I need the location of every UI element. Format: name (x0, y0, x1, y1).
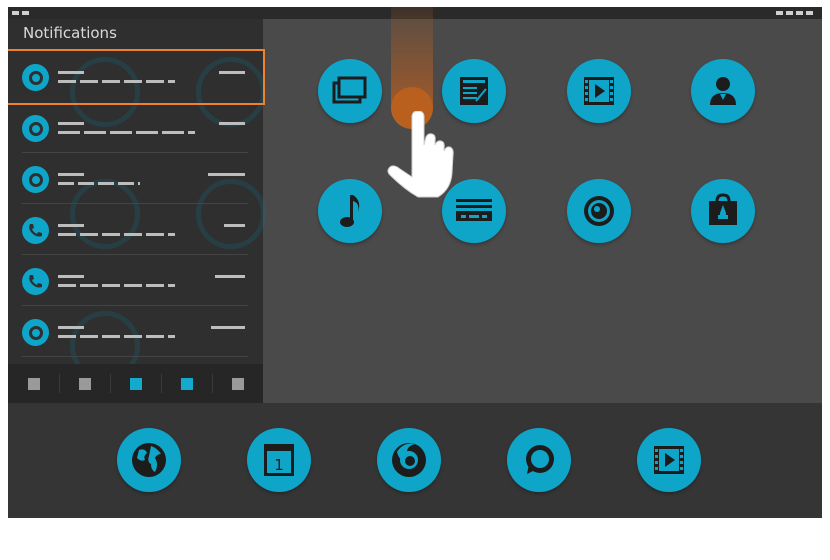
status-indicator (22, 11, 29, 15)
page-indicator-bar (8, 364, 263, 403)
hand-pointer-icon (387, 111, 454, 198)
notification-time-placeholder (211, 326, 245, 329)
video-player-icon[interactable] (567, 59, 631, 123)
app-dock: 1 (8, 403, 822, 518)
ring-icon (22, 319, 49, 346)
notification-title-placeholder (58, 122, 84, 125)
notification-time-placeholder (224, 224, 245, 227)
notification-text-placeholder (58, 284, 175, 287)
browser-globe-icon[interactable] (117, 428, 181, 492)
notification-title-placeholder (58, 224, 84, 227)
notifications-panel: Notifications (8, 19, 266, 403)
notification-time-placeholder (215, 275, 245, 278)
page-indicator[interactable] (28, 378, 40, 390)
calendar-icon[interactable]: 1 (247, 428, 311, 492)
selected-notification-highlight (8, 49, 265, 105)
notification-text-placeholder (58, 335, 175, 338)
page-indicator-active[interactable] (181, 378, 193, 390)
messages-icon[interactable] (507, 428, 571, 492)
status-indicator (12, 11, 19, 15)
ring-icon (22, 115, 49, 142)
status-indicator (806, 11, 813, 15)
video-icon[interactable] (637, 428, 701, 492)
page-indicator[interactable] (232, 378, 244, 390)
ring-icon (22, 166, 49, 193)
phone-icon (22, 217, 49, 244)
notification-item[interactable] (8, 307, 263, 357)
notification-title-placeholder (58, 275, 84, 278)
notification-item[interactable] (8, 103, 263, 153)
notification-item[interactable] (8, 154, 263, 204)
notification-item[interactable] (8, 205, 263, 255)
notification-text-placeholder (58, 233, 175, 236)
page-indicator[interactable] (79, 378, 91, 390)
status-indicator (776, 11, 783, 15)
camera-icon[interactable] (567, 179, 631, 243)
notification-title-placeholder (58, 173, 84, 176)
panel-title: Notifications (23, 24, 117, 42)
contacts-icon[interactable] (691, 59, 755, 123)
notification-text-placeholder (58, 131, 195, 134)
status-indicator (796, 11, 803, 15)
notification-text-placeholder (58, 182, 140, 185)
notification-time-placeholder (219, 122, 245, 125)
notification-item[interactable] (8, 256, 263, 306)
calendar-date-label: 1 (274, 456, 284, 474)
page-indicator-active[interactable] (130, 378, 142, 390)
notification-time-placeholder (208, 173, 245, 176)
status-indicator (786, 11, 793, 15)
gallery-icon[interactable] (318, 59, 382, 123)
tablet-screen: Notifications 1 (8, 7, 822, 518)
phone-icon (22, 268, 49, 295)
app-store-icon[interactable] (691, 179, 755, 243)
notification-title-placeholder (58, 326, 84, 329)
firefox-icon[interactable] (377, 428, 441, 492)
music-icon[interactable] (318, 179, 382, 243)
